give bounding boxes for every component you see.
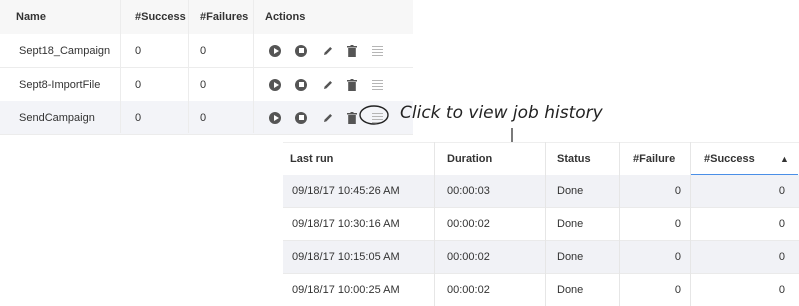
success-value: 0	[778, 251, 785, 263]
sort-asc-icon[interactable]: ▲	[780, 143, 789, 175]
jobs-table: Name #Success #Failures Actions Sept18_C…	[0, 0, 413, 135]
table-row[interactable]: 09/18/17 10:00:25 AM 00:00:02 Done 0 0	[283, 274, 799, 306]
failure-value: 0	[674, 218, 681, 230]
column-divider	[545, 142, 546, 306]
history-list-icon[interactable]	[370, 68, 384, 101]
job-failure-count: 0	[200, 112, 207, 124]
col-last-run-header[interactable]: Last run	[290, 143, 333, 175]
col-failures-header[interactable]: #Failures	[200, 0, 248, 34]
duration-value: 00:00:03	[447, 185, 490, 197]
job-name: Sept8-ImportFile	[19, 79, 101, 91]
job-name: SendCampaign	[19, 112, 95, 124]
job-name: Sept18_Campaign	[19, 45, 111, 57]
failure-value: 0	[674, 185, 681, 197]
col-name-header[interactable]: Name	[16, 0, 46, 34]
col-status-header[interactable]: Status	[557, 143, 591, 175]
job-failure-count: 0	[200, 79, 207, 91]
duration-value: 00:00:02	[447, 251, 490, 263]
table-row[interactable]: 09/18/17 10:15:05 AM 00:00:02 Done 0 0	[283, 241, 799, 274]
table-row[interactable]: Sept8-ImportFile 0 0	[0, 68, 413, 102]
col-failure-header[interactable]: #Failure	[633, 143, 675, 175]
trash-icon[interactable]	[345, 68, 359, 101]
last-run-value: 09/18/17 10:30:16 AM	[292, 218, 400, 230]
duration-value: 00:00:02	[447, 284, 490, 296]
job-success-count: 0	[135, 112, 142, 124]
table-row[interactable]: 09/18/17 10:30:16 AM 00:00:02 Done 0 0	[283, 208, 799, 241]
col-success-header[interactable]: #Success	[135, 0, 186, 34]
table-row[interactable]: 09/18/17 10:45:26 AM 00:00:03 Done 0 0	[283, 175, 799, 208]
col-success-header[interactable]: #Success	[704, 143, 755, 175]
duration-value: 00:00:02	[447, 218, 490, 230]
table-row[interactable]: SendCampaign 0 0	[0, 101, 413, 135]
pencil-icon[interactable]	[321, 34, 335, 67]
last-run-value: 09/18/17 10:45:26 AM	[292, 185, 400, 197]
success-value: 0	[778, 185, 785, 197]
status-value: Done	[557, 284, 584, 296]
history-header-row: Last run Duration Status #Failure #Succe…	[283, 142, 799, 176]
success-value: 0	[778, 284, 785, 296]
status-value: Done	[557, 218, 584, 230]
table-row[interactable]: Sept18_Campaign 0 0	[0, 34, 413, 68]
col-duration-header[interactable]: Duration	[447, 143, 492, 175]
column-divider	[619, 142, 620, 306]
column-divider	[690, 142, 691, 306]
pencil-icon[interactable]	[321, 68, 335, 101]
column-divider	[188, 0, 189, 133]
play-icon[interactable]	[268, 101, 282, 134]
failure-value: 0	[674, 284, 681, 296]
trash-icon[interactable]	[345, 34, 359, 67]
stop-icon[interactable]	[294, 101, 308, 134]
play-icon[interactable]	[268, 68, 282, 101]
history-list-icon[interactable]	[370, 34, 384, 67]
jobs-header-row: Name #Success #Failures Actions	[0, 0, 413, 35]
job-success-count: 0	[135, 45, 142, 57]
column-divider	[253, 0, 254, 133]
highlight-circle	[359, 105, 389, 125]
status-value: Done	[557, 185, 584, 197]
stop-icon[interactable]	[294, 34, 308, 67]
column-divider	[434, 142, 435, 306]
column-divider	[120, 0, 121, 133]
stop-icon[interactable]	[294, 68, 308, 101]
last-run-value: 09/18/17 10:00:25 AM	[292, 284, 400, 296]
failure-value: 0	[674, 251, 681, 263]
col-actions-header: Actions	[265, 11, 306, 23]
pencil-icon[interactable]	[321, 101, 335, 134]
last-run-value: 09/18/17 10:15:05 AM	[292, 251, 400, 263]
callout-text: Click to view job history	[400, 103, 603, 123]
status-value: Done	[557, 251, 584, 263]
job-success-count: 0	[135, 79, 142, 91]
success-value: 0	[778, 218, 785, 230]
job-history-table: Last run Duration Status #Failure #Succe…	[283, 142, 799, 306]
job-failure-count: 0	[200, 45, 207, 57]
play-icon[interactable]	[268, 34, 282, 67]
